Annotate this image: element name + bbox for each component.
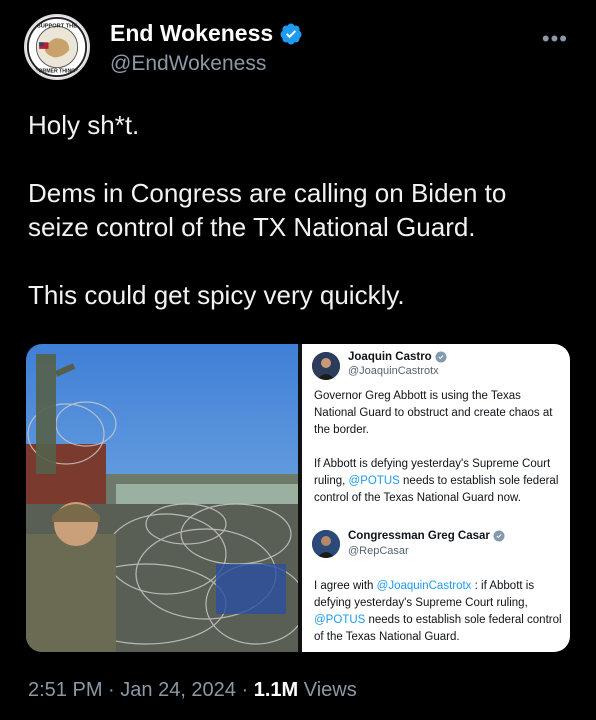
tweet-line-1: Holy sh*t.: [28, 110, 140, 140]
more-options-icon[interactable]: •••: [542, 26, 568, 52]
verified-badge-icon: [280, 23, 302, 44]
quote1-body: Governor Greg Abbott is using the Texas …: [314, 388, 562, 507]
quote2-para: I agree with @JoaquinCastrotx : if Abbot…: [314, 578, 562, 646]
quote1-avatar: [312, 352, 340, 380]
tweet-date[interactable]: Jan 24, 2024: [120, 679, 236, 701]
tweet-line-2: Dems in Congress are calling on Biden to…: [28, 178, 507, 242]
author-name-row: End Wokeness: [110, 20, 303, 47]
quote2-avatar: [312, 530, 340, 558]
tweet-footer: 2:51 PM · Jan 24, 2024 · 1.1M Views: [28, 679, 357, 702]
quote2-mention-castro[interactable]: @JoaquinCastrotx: [377, 580, 472, 592]
quote2-body: I agree with @JoaquinCastrotx : if Abbot…: [314, 578, 562, 646]
quote2-name[interactable]: Congressman Greg Casar: [348, 530, 490, 542]
quote2-text-a: I agree with: [314, 580, 377, 592]
border-photo[interactable]: [26, 344, 298, 652]
tweet-media[interactable]: Joaquin Castro @JoaquinCastrotx Governor…: [26, 344, 570, 652]
views-count[interactable]: 1.1M: [254, 679, 298, 701]
footer-separator-2: ·: [235, 679, 254, 701]
tweet-body: Holy sh*t. Dems in Congress are calling …: [28, 108, 568, 312]
quote1-para2: If Abbott is defying yesterday's Supreme…: [314, 456, 562, 507]
author-name[interactable]: End Wokeness: [110, 20, 273, 47]
quote2-verified-icon: [493, 530, 505, 542]
quote1-para1: Governor Greg Abbott is using the Texas …: [314, 390, 553, 436]
tweet-time[interactable]: 2:51 PM: [28, 679, 102, 701]
tweet-line-3: This could get spicy very quickly.: [28, 280, 405, 310]
quote1-mention-potus[interactable]: @POTUS: [349, 475, 400, 487]
avatar-logo-icon: SUPPORT THE FORMER THINGS: [26, 16, 88, 78]
author-avatar[interactable]: SUPPORT THE FORMER THINGS: [24, 14, 90, 80]
quote1-verified-icon: [435, 351, 447, 363]
tweet-header: SUPPORT THE FORMER THINGS End Wokeness @…: [24, 14, 572, 82]
views-label: Views: [298, 679, 357, 701]
footer-separator-1: ·: [102, 679, 121, 701]
quote1-name-row: Joaquin Castro: [348, 351, 447, 363]
quote1-handle[interactable]: @JoaquinCastrotx: [348, 365, 439, 377]
quoted-tweets-screenshot[interactable]: Joaquin Castro @JoaquinCastrotx Governor…: [302, 344, 570, 652]
svg-text:SUPPORT THE: SUPPORT THE: [37, 23, 77, 29]
svg-text:FORMER THINGS: FORMER THINGS: [35, 68, 79, 74]
quote1-name[interactable]: Joaquin Castro: [348, 351, 432, 363]
quote2-name-row: Congressman Greg Casar: [348, 530, 505, 542]
quote2-mention-potus[interactable]: @POTUS: [314, 614, 365, 626]
author-handle[interactable]: @EndWokeness: [110, 52, 266, 76]
quote2-handle[interactable]: @RepCasar: [348, 545, 409, 557]
border-photo-image: [26, 344, 298, 652]
quote2-avatar-icon: [312, 530, 340, 558]
quote1-avatar-icon: [312, 352, 340, 380]
